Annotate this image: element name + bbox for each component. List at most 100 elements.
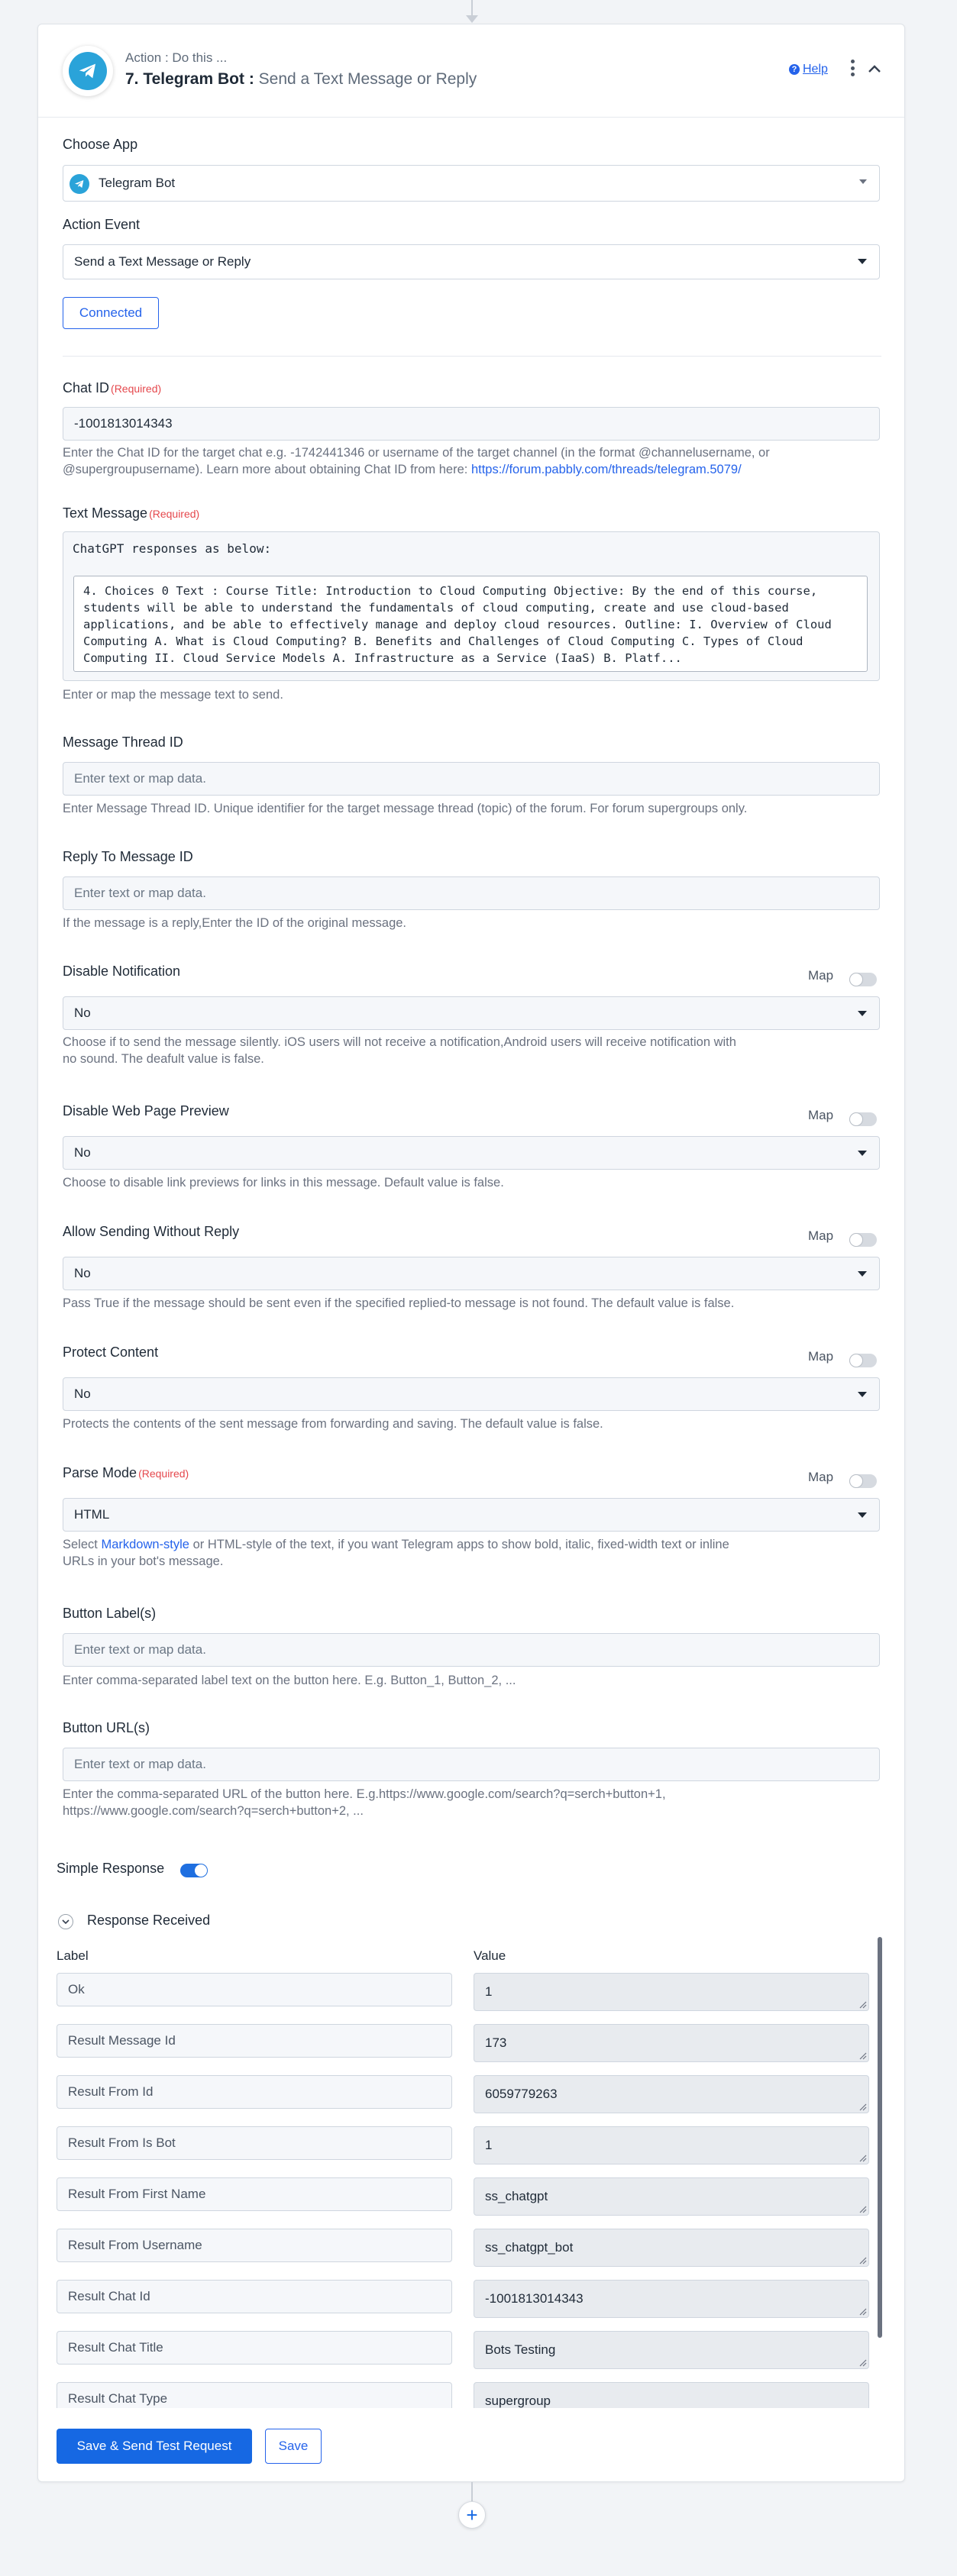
text-message-help: Enter or map the message text to send. bbox=[63, 688, 283, 702]
map-toggle[interactable] bbox=[849, 1112, 877, 1126]
response-label-field[interactable]: Result Chat Id bbox=[57, 2280, 452, 2313]
action-event-value: Send a Text Message or Reply bbox=[74, 254, 251, 269]
allow-without-reply-help: Pass True if the message should be sent … bbox=[63, 1296, 735, 1310]
response-row: Ok 1 bbox=[57, 1973, 881, 2011]
connected-button[interactable]: Connected bbox=[63, 297, 159, 329]
save-send-test-button[interactable]: Save & Send Test Request bbox=[57, 2429, 252, 2464]
map-label: Map bbox=[808, 1470, 834, 1484]
resize-grip-icon[interactable] bbox=[858, 2000, 867, 2009]
resize-grip-icon[interactable] bbox=[858, 2358, 867, 2367]
telegram-logo bbox=[63, 46, 113, 96]
response-label-field[interactable]: Result From Username bbox=[57, 2229, 452, 2262]
telegram-icon bbox=[79, 63, 95, 79]
allow-without-reply-select[interactable]: No bbox=[63, 1257, 880, 1290]
resize-grip-icon[interactable] bbox=[858, 2153, 867, 2162]
choose-app-label: Choose App bbox=[63, 137, 138, 152]
response-received-title: Response Received bbox=[87, 1913, 211, 1928]
response-label-field[interactable]: Result From Is Bot bbox=[57, 2126, 452, 2160]
resize-grip-icon[interactable] bbox=[858, 2102, 867, 2111]
text-message-label: Text Message (Required) bbox=[63, 505, 200, 521]
required-badge: (Required) bbox=[111, 383, 162, 395]
chat-id-help-link[interactable]: https://forum.pabbly.com/threads/telegra… bbox=[471, 463, 742, 476]
step-header[interactable]: Action : Do this ... 7. Telegram Bot : S… bbox=[38, 24, 904, 118]
response-rows[interactable]: Ok 1 Result Message Id 173 Result From I… bbox=[57, 1973, 881, 2408]
chevron-up-icon[interactable] bbox=[866, 61, 883, 76]
step-number-title: 7. Telegram Bot : bbox=[125, 70, 254, 88]
resize-grip-icon[interactable] bbox=[858, 2051, 867, 2060]
kebab-menu-icon[interactable] bbox=[849, 60, 855, 76]
thread-id-help: Enter Message Thread ID. Unique identifi… bbox=[63, 802, 748, 815]
protect-content-help: Protects the contents of the sent messag… bbox=[63, 1417, 603, 1431]
response-label-field[interactable]: Result From Id bbox=[57, 2075, 452, 2109]
action-event-label: Action Event bbox=[63, 217, 141, 232]
response-value-field[interactable]: ss_chatgpt bbox=[474, 2177, 869, 2216]
button-labels-label: Button Label(s) bbox=[63, 1606, 157, 1621]
action-step-card: Action : Do this ... 7. Telegram Bot : S… bbox=[37, 24, 905, 2482]
chat-id-label: Chat ID (Required) bbox=[63, 380, 162, 395]
protect-content-select[interactable]: No bbox=[63, 1377, 880, 1411]
choose-app-value: Telegram Bot bbox=[99, 176, 176, 190]
response-label-field[interactable]: Result From First Name bbox=[57, 2177, 452, 2211]
simple-response-toggle[interactable] bbox=[180, 1864, 208, 1877]
response-scrollbar[interactable] bbox=[878, 1937, 882, 2338]
help-link[interactable]: ? Help bbox=[789, 63, 828, 76]
required-badge: (Required) bbox=[138, 1467, 189, 1480]
parse-mode-help: Select Markdown-style or HTML-style of t… bbox=[63, 1538, 729, 1568]
response-label-field[interactable]: Result Message Id bbox=[57, 2024, 452, 2058]
response-value-field[interactable]: Bots Testing bbox=[474, 2331, 869, 2369]
response-label-field[interactable]: Result Chat Title bbox=[57, 2331, 452, 2365]
response-collapse-toggle[interactable] bbox=[58, 1914, 73, 1929]
response-row: Result From First Name ss_chatgpt bbox=[57, 2177, 881, 2216]
col-label-header: Label bbox=[57, 1948, 89, 1963]
help-icon: ? bbox=[789, 64, 800, 75]
map-toggle[interactable] bbox=[849, 1474, 877, 1488]
response-value-field[interactable]: -1001813014343 bbox=[474, 2280, 869, 2318]
map-toggle[interactable] bbox=[849, 1354, 877, 1367]
disable-preview-select[interactable]: No bbox=[63, 1136, 880, 1170]
required-badge: (Required) bbox=[149, 508, 200, 520]
allow-without-reply-label: Allow Sending Without Reply bbox=[63, 1224, 240, 1239]
response-value-field[interactable]: supergroup bbox=[474, 2382, 869, 2408]
disable-preview-help: Choose to disable link previews for link… bbox=[63, 1176, 504, 1190]
reply-to-input[interactable]: Enter text or map data. bbox=[63, 876, 880, 910]
simple-response-label: Simple Response bbox=[57, 1861, 165, 1876]
response-value-field[interactable]: ss_chatgpt_bot bbox=[474, 2229, 869, 2267]
button-urls-label: Button URL(s) bbox=[63, 1720, 150, 1735]
step-subtitle: Action : Do this ... bbox=[125, 50, 228, 65]
response-value-field[interactable]: 6059779263 bbox=[474, 2075, 869, 2113]
map-toggle[interactable] bbox=[849, 973, 877, 986]
response-label-field[interactable]: Result Chat Type bbox=[57, 2382, 452, 2408]
add-step-icon[interactable]: + bbox=[458, 2501, 486, 2529]
chevron-down-icon bbox=[858, 1151, 867, 1156]
save-button[interactable]: Save bbox=[265, 2429, 322, 2464]
map-label: Map bbox=[808, 968, 834, 983]
response-value-field[interactable]: 1 bbox=[474, 1973, 869, 2011]
reply-to-help: If the message is a reply,Enter the ID o… bbox=[63, 916, 407, 930]
parse-mode-select[interactable]: HTML bbox=[63, 1498, 880, 1532]
disable-notification-label: Disable Notification bbox=[63, 964, 181, 979]
map-toggle[interactable] bbox=[849, 1233, 877, 1247]
markdown-style-link[interactable]: Markdown-style bbox=[101, 1538, 189, 1551]
response-value-field[interactable]: 173 bbox=[474, 2024, 869, 2062]
chevron-down-icon bbox=[858, 1271, 867, 1277]
choose-app-select[interactable]: Telegram Bot bbox=[63, 165, 880, 202]
disable-preview-label: Disable Web Page Preview bbox=[63, 1103, 229, 1119]
map-label: Map bbox=[808, 1228, 834, 1243]
disable-notification-help: Choose if to send the message silently. … bbox=[63, 1035, 736, 1066]
resize-grip-icon[interactable] bbox=[858, 2306, 867, 2316]
text-message-editor[interactable]: ChatGPT responses as below: 4. Choices 0… bbox=[63, 531, 880, 681]
response-row: Result Chat Type supergroup bbox=[57, 2382, 881, 2408]
chevron-down-icon bbox=[858, 1011, 867, 1016]
resize-grip-icon[interactable] bbox=[858, 2255, 867, 2264]
chat-id-help: Enter the Chat ID for the target chat e.… bbox=[63, 446, 770, 476]
action-event-select[interactable]: Send a Text Message or Reply bbox=[63, 244, 880, 279]
resize-grip-icon[interactable] bbox=[858, 2204, 867, 2213]
mapped-data-field[interactable]: 4. Choices 0 Text : Course Title: Introd… bbox=[73, 576, 868, 672]
response-label-field[interactable]: Ok bbox=[57, 1973, 452, 2006]
chat-id-field[interactable]: -1001813014343 bbox=[63, 407, 880, 441]
thread-id-input[interactable]: Enter text or map data. bbox=[63, 762, 880, 796]
disable-notification-select[interactable]: No bbox=[63, 996, 880, 1030]
button-labels-input[interactable]: Enter text or map data. bbox=[63, 1633, 880, 1667]
response-value-field[interactable]: 1 bbox=[474, 2126, 869, 2164]
button-urls-input[interactable]: Enter text or map data. bbox=[63, 1748, 880, 1781]
